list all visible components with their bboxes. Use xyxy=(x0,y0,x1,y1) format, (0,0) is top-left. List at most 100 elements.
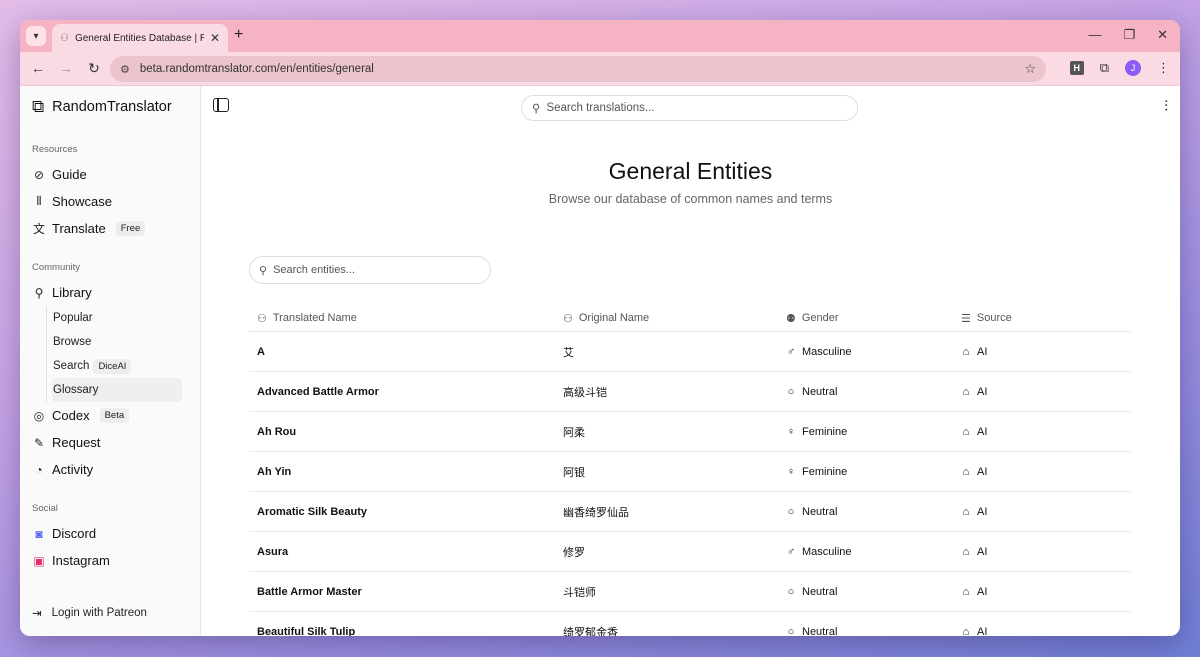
original-name: 绮罗郁金香 xyxy=(563,626,618,637)
search-placeholder: Search translations... xyxy=(546,102,655,114)
source-value: AI xyxy=(977,625,988,637)
sidebar-item-request[interactable]: ✎ Request xyxy=(32,429,200,456)
restore-icon[interactable]: ❐ xyxy=(1123,27,1135,43)
table-row[interactable]: Beautiful Silk Tulip 绮罗郁金香 ○ Neutral ⌂ AI xyxy=(249,612,1131,637)
table-row[interactable]: Advanced Battle Armor 高级斗铠 ○ Neutral ⌂ AI xyxy=(249,372,1131,412)
original-name: 阿柔 xyxy=(563,426,585,439)
source-value: AI xyxy=(977,385,988,398)
search-icon: ⚲ xyxy=(259,264,268,277)
section-social-label: Social xyxy=(32,503,58,514)
sidebar-item-library[interactable]: ⚲ Library xyxy=(32,279,200,306)
reload-icon[interactable]: ↻ xyxy=(80,60,108,77)
forward-arrow-icon[interactable]: → xyxy=(52,60,80,77)
sidebar-item-discord[interactable]: ◙ Discord xyxy=(32,520,200,547)
search-translations-input[interactable]: ⚲ Search translations... xyxy=(521,95,858,121)
profile-avatar[interactable]: J xyxy=(1125,60,1141,76)
table-row[interactable]: Asura 修罗 ♂ Masculine ⌂ AI xyxy=(249,532,1131,572)
user-icon: ⚇ xyxy=(257,312,267,325)
extensions-puzzle-icon[interactable]: ⧉ xyxy=(1100,60,1109,76)
page-subtitle: Browse our database of common names and … xyxy=(548,192,833,206)
url-text[interactable]: beta.randomtranslator.com/en/entities/ge… xyxy=(140,63,1014,75)
address-bar[interactable]: ⚙ beta.randomtranslator.com/en/entities/… xyxy=(110,56,1046,82)
table-row[interactable]: Ah Yin 阿银 ♀ Feminine ⌂ AI xyxy=(249,452,1131,492)
search-entities-input[interactable]: ⚲ Search entities... xyxy=(249,256,491,284)
table-row[interactable]: Ah Rou 阿柔 ♀ Feminine ⌂ AI xyxy=(249,412,1131,452)
translated-name: Battle Armor Master xyxy=(257,585,362,598)
original-name: 幽香绮罗仙品 xyxy=(563,506,629,519)
header-gender[interactable]: Gender xyxy=(802,312,839,324)
sidebar-item-label: Showcase xyxy=(52,194,112,209)
main-content: ⚲ Search translations... ⫶ General Entit… xyxy=(201,86,1180,636)
original-name: 修罗 xyxy=(563,546,585,559)
search-placeholder: Search entities... xyxy=(273,264,355,276)
header-original[interactable]: Original Name xyxy=(579,312,649,324)
settings-sliders-icon[interactable]: ⫶ xyxy=(1164,98,1168,115)
sidebar-item-instagram[interactable]: ▣ Instagram xyxy=(32,547,200,574)
source-value: AI xyxy=(977,345,988,358)
codex-icon: ◎ xyxy=(33,408,45,423)
tab-search-chevron-icon[interactable]: ▾ xyxy=(26,26,46,46)
brand[interactable]: ⧉ RandomTranslator xyxy=(32,86,200,128)
sidebar-subitem-browse[interactable]: Browse xyxy=(52,330,200,354)
table-row[interactable]: A 艾 ♂ Masculine ⌂ AI xyxy=(249,332,1131,372)
gender-value: Feminine xyxy=(802,425,848,438)
source-value: AI xyxy=(977,465,988,478)
sidebar-item-codex[interactable]: ◎ Codex Beta xyxy=(32,402,200,429)
header-translated[interactable]: Translated Name xyxy=(273,312,357,324)
browser-menu-icon[interactable]: ⋮ xyxy=(1157,60,1170,76)
gender-value: Feminine xyxy=(802,465,848,478)
site-info-icon[interactable]: ⚙ xyxy=(120,63,130,76)
sidebar-item-label: Activity xyxy=(52,462,94,477)
sidebar-item-label: Codex xyxy=(52,408,90,423)
gender-value: Masculine xyxy=(802,345,852,358)
window-close-icon[interactable]: ✕ xyxy=(1157,27,1168,43)
library-books-icon: ⫴ xyxy=(36,194,42,208)
beta-badge: Beta xyxy=(99,408,130,423)
original-name: 艾 xyxy=(563,346,574,359)
source-value: AI xyxy=(977,505,988,518)
sidebar-item-label: Instagram xyxy=(52,553,110,568)
sidebar-item-showcase[interactable]: ⫴ Showcase xyxy=(32,188,200,215)
gender-icon: ○ xyxy=(787,505,795,518)
sidebar-item-label: Library xyxy=(52,285,92,300)
gender-icon: ○ xyxy=(787,385,795,398)
brand-logo-icon: ⧉ xyxy=(32,97,45,116)
sidebar-subitem-popular[interactable]: Popular xyxy=(52,306,200,330)
table-row[interactable]: Battle Armor Master 斗铠师 ○ Neutral ⌂ AI xyxy=(249,572,1131,612)
tab-active[interactable]: ⚇ General Entities Database | RandomTran… xyxy=(52,24,228,52)
sidebar-item-guide[interactable]: ⊘ Guide xyxy=(32,161,200,188)
table-row[interactable]: Aromatic Silk Beauty 幽香绮罗仙品 ○ Neutral ⌂ AI xyxy=(249,492,1131,532)
extension-h-icon[interactable]: H xyxy=(1069,61,1084,75)
source-value: AI xyxy=(977,585,988,598)
sidebar-item-label: Translate xyxy=(52,221,106,236)
sidebar-subitem-search[interactable]: Search DiceAI xyxy=(52,354,200,378)
gender-icon: ♂ xyxy=(786,545,796,558)
source-value: AI xyxy=(977,425,988,438)
gender-value: Neutral xyxy=(802,625,838,637)
sidebar-item-translate[interactable]: 文 Translate Free xyxy=(32,215,200,242)
new-tab-plus-icon[interactable]: + xyxy=(234,26,243,44)
sidebar-toggle-icon[interactable] xyxy=(213,98,229,112)
gender-value: Masculine xyxy=(802,545,852,558)
translated-name: Ah Rou xyxy=(257,425,297,438)
login-patreon-button[interactable]: ⇥ Login with Patreon xyxy=(32,606,147,620)
robot-icon: ⌂ xyxy=(962,385,970,398)
back-arrow-icon[interactable]: ← xyxy=(24,60,52,77)
subitem-label: Browse xyxy=(53,336,92,348)
subitem-label: Popular xyxy=(53,312,93,324)
sidebar-item-label: Guide xyxy=(52,167,87,182)
robot-icon: ⌂ xyxy=(962,425,970,438)
bookmark-star-icon[interactable]: ☆ xyxy=(1024,61,1036,77)
sidebar-item-activity[interactable]: ◔ Activity xyxy=(32,456,200,483)
sidebar-subitem-glossary[interactable]: Glossary xyxy=(52,378,182,402)
tab-strip: ▾ ⚇ General Entities Database | RandomTr… xyxy=(20,20,1180,52)
minimize-icon[interactable]: — xyxy=(1088,27,1101,43)
free-badge: Free xyxy=(115,221,146,236)
tab-close-icon[interactable]: ✕ xyxy=(210,31,220,45)
sidebar: ⧉ RandomTranslator Resources ⊘ Guide ⫴ S… xyxy=(20,86,201,636)
database-icon: ☰ xyxy=(961,312,971,325)
robot-icon: ⌂ xyxy=(962,585,970,598)
instagram-icon: ▣ xyxy=(33,553,45,568)
translated-name: A xyxy=(257,345,265,358)
header-source[interactable]: Source xyxy=(977,312,1012,324)
